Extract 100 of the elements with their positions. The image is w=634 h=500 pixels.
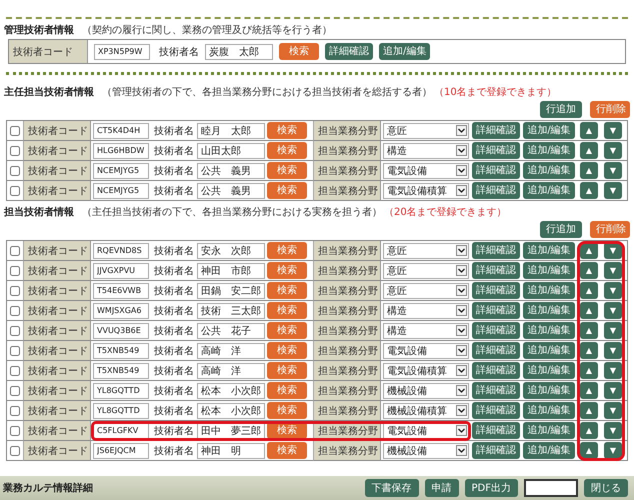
search-button[interactable]: 検索 [267, 182, 307, 199]
move-down-button[interactable]: ▼ [604, 302, 622, 319]
code-field[interactable]: VVUQ3B6E [93, 322, 149, 338]
row-checkbox[interactable] [10, 146, 20, 156]
search-button[interactable]: 検索 [267, 282, 307, 299]
edit-button[interactable]: 追加/編集 [523, 162, 575, 179]
edit-button[interactable]: 追加/編集 [523, 442, 575, 459]
move-down-button[interactable]: ▼ [604, 362, 622, 379]
search-button[interactable]: 検索 [267, 242, 307, 259]
edit-button[interactable]: 追加/編集 [523, 142, 575, 159]
footer-button[interactable]: 申請 [424, 479, 459, 497]
move-down-button[interactable]: ▼ [604, 122, 622, 139]
detail-button[interactable]: 詳細確認 [472, 402, 520, 419]
category-dropdown[interactable]: 意匠 [383, 122, 469, 138]
row-checkbox[interactable] [10, 386, 20, 396]
search-button[interactable]: 検索 [267, 342, 307, 359]
detail-button[interactable]: 詳細確認 [472, 162, 520, 179]
move-down-button[interactable]: ▼ [604, 422, 622, 439]
code-field[interactable]: NCEMJYG5 [93, 162, 149, 178]
detail-button[interactable]: 詳細確認 [472, 182, 520, 199]
move-down-button[interactable]: ▼ [604, 142, 622, 159]
move-down-button[interactable]: ▼ [604, 402, 622, 419]
row-checkbox[interactable] [10, 246, 20, 256]
move-down-button[interactable]: ▼ [604, 282, 622, 299]
name-field[interactable]: 高崎 洋 [197, 362, 265, 378]
move-up-button[interactable]: ▲ [580, 382, 598, 399]
row-checkbox[interactable] [10, 366, 20, 376]
name-field[interactable]: 高崎 洋 [197, 342, 265, 358]
detail-button[interactable]: 詳細確認 [472, 342, 520, 359]
detail-button[interactable]: 詳細確認 [472, 142, 520, 159]
move-down-button[interactable]: ▼ [604, 382, 622, 399]
category-dropdown[interactable]: 意匠 [383, 242, 469, 258]
footer-button[interactable]: 下書保存 [364, 479, 419, 497]
move-up-button[interactable]: ▲ [580, 182, 598, 199]
move-up-button[interactable]: ▲ [580, 122, 598, 139]
search-button[interactable]: 検索 [267, 262, 307, 279]
detail-button[interactable]: 詳細確認 [472, 422, 520, 439]
name-field[interactable]: 神田 市郎 [197, 262, 265, 278]
detail-button[interactable]: 詳細確認 [472, 242, 520, 259]
category-dropdown[interactable]: 機械設備積算 [383, 402, 469, 418]
move-down-button[interactable]: ▼ [604, 442, 622, 459]
move-up-button[interactable]: ▲ [580, 282, 598, 299]
name-field[interactable]: 山田太郎 [197, 142, 265, 158]
name-field[interactable]: 松本 小次郎 [197, 382, 265, 398]
search-button[interactable]: 検索 [267, 122, 307, 139]
delete-row-button[interactable]: 行削除 [590, 101, 630, 118]
search-button[interactable]: 検索 [267, 382, 307, 399]
edit-button[interactable]: 追加/編集 [523, 422, 575, 439]
edit-button[interactable]: 追加/編集 [523, 342, 575, 359]
category-dropdown[interactable]: 構造 [383, 142, 469, 158]
delete-row-button[interactable]: 行削除 [590, 221, 630, 238]
name-field[interactable]: 安永 次郎 [197, 242, 265, 258]
edit-button[interactable]: 追加/編集 [523, 302, 575, 319]
row-checkbox[interactable] [10, 166, 20, 176]
input-field[interactable] [524, 479, 578, 497]
search-button[interactable]: 検索 [279, 43, 319, 60]
name-field[interactable]: 技術 三太郎 [197, 302, 265, 318]
code-field[interactable]: T5XNB549 [93, 342, 149, 358]
search-button[interactable]: 検索 [267, 302, 307, 319]
move-up-button[interactable]: ▲ [580, 302, 598, 319]
row-checkbox[interactable] [10, 406, 20, 416]
detail-button[interactable]: 詳細確認 [325, 43, 373, 60]
move-up-button[interactable]: ▲ [580, 162, 598, 179]
category-dropdown[interactable]: 電気設備積算 [383, 182, 469, 198]
row-checkbox[interactable] [10, 266, 20, 276]
detail-button[interactable]: 詳細確認 [472, 362, 520, 379]
category-dropdown[interactable]: 意匠 [383, 262, 469, 278]
category-dropdown[interactable]: 機械設備 [383, 382, 469, 398]
detail-button[interactable]: 詳細確認 [472, 302, 520, 319]
row-checkbox[interactable] [10, 126, 20, 136]
detail-button[interactable]: 詳細確認 [472, 442, 520, 459]
move-down-button[interactable]: ▼ [604, 182, 622, 199]
code-field[interactable]: XP3N5P9W [94, 44, 150, 60]
code-field[interactable]: YL8GQTTD [93, 402, 149, 418]
detail-button[interactable]: 詳細確認 [472, 282, 520, 299]
row-checkbox[interactable] [10, 346, 20, 356]
code-field[interactable]: WMJSXGA6 [93, 302, 149, 318]
name-field[interactable]: 神田 明 [197, 442, 265, 458]
row-checkbox[interactable] [10, 326, 20, 336]
name-field[interactable]: 炭腹 太郎 [205, 44, 273, 60]
search-button[interactable]: 検索 [267, 402, 307, 419]
detail-button[interactable]: 詳細確認 [472, 382, 520, 399]
category-dropdown[interactable]: 電気設備 [383, 342, 469, 358]
edit-button[interactable]: 追加/編集 [523, 402, 575, 419]
move-up-button[interactable]: ▲ [580, 322, 598, 339]
name-field[interactable]: 公共 義男 [197, 182, 265, 198]
category-dropdown[interactable]: 機械設備 [383, 442, 469, 458]
edit-button[interactable]: 追加/編集 [523, 262, 575, 279]
detail-button[interactable]: 詳細確認 [472, 322, 520, 339]
name-field[interactable]: 田鍋 安二郎 [197, 282, 265, 298]
category-dropdown[interactable]: 構造 [383, 322, 469, 338]
detail-button[interactable]: 詳細確認 [472, 122, 520, 139]
move-down-button[interactable]: ▼ [604, 162, 622, 179]
category-dropdown[interactable]: 構造 [383, 302, 469, 318]
edit-button[interactable]: 追加/編集 [523, 382, 575, 399]
code-field[interactable]: CT5K4D4H [93, 122, 149, 138]
move-up-button[interactable]: ▲ [580, 262, 598, 279]
row-checkbox[interactable] [10, 446, 20, 456]
search-button[interactable]: 検索 [267, 442, 307, 459]
move-up-button[interactable]: ▲ [580, 422, 598, 439]
